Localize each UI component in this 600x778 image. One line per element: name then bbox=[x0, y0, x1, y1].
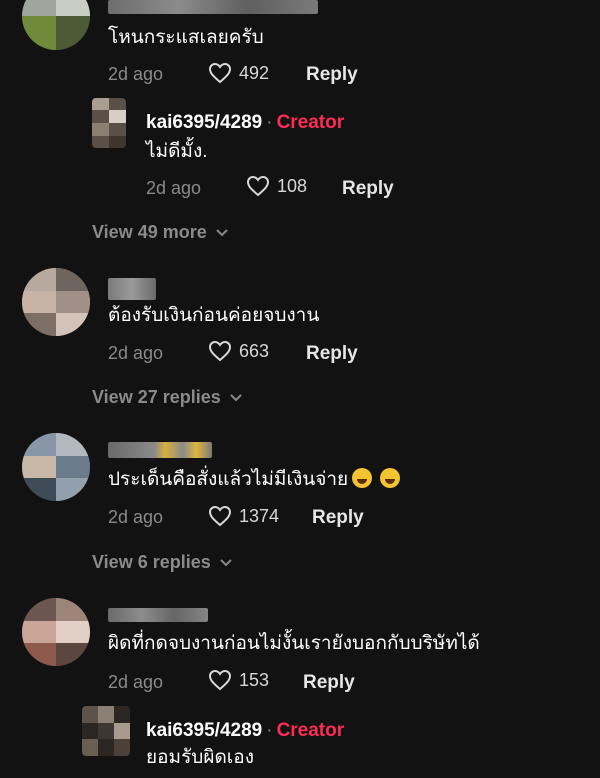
username-redacted bbox=[108, 0, 318, 14]
chevron-down-icon bbox=[216, 228, 228, 236]
tears-of-joy-emoji bbox=[380, 468, 401, 488]
username-redacted bbox=[108, 608, 208, 622]
like-button[interactable]: 663 bbox=[208, 340, 269, 362]
heart-icon bbox=[208, 340, 232, 362]
like-count: 663 bbox=[239, 340, 270, 361]
creator-badge: Creator bbox=[276, 720, 345, 741]
avatar[interactable] bbox=[22, 598, 90, 666]
like-button[interactable]: 1374 bbox=[208, 505, 279, 527]
creator-avatar[interactable] bbox=[82, 706, 130, 756]
reply-button[interactable]: Reply bbox=[342, 178, 394, 200]
view-more-label: View 6 replies bbox=[92, 552, 211, 572]
timestamp: 2d ago bbox=[108, 672, 164, 692]
heart-icon bbox=[208, 62, 232, 84]
like-button[interactable]: 492 bbox=[208, 62, 269, 84]
reply-author[interactable]: kai6395/4289 · Creator bbox=[146, 112, 344, 134]
comment-text: ผิดที่กดจบงานก่อนไม่งั้นเรายังบอกกับบริษ… bbox=[108, 633, 480, 654]
timestamp: 2d ago bbox=[108, 64, 164, 84]
heart-icon bbox=[208, 669, 232, 691]
like-count: 108 bbox=[277, 175, 308, 196]
timestamp: 2d ago bbox=[108, 343, 164, 363]
username-redacted bbox=[108, 278, 156, 300]
avatar[interactable] bbox=[22, 433, 90, 501]
avatar[interactable] bbox=[22, 0, 90, 50]
chevron-down-icon bbox=[230, 393, 242, 401]
username-redacted bbox=[108, 442, 212, 458]
view-more-replies[interactable]: View 6 replies bbox=[92, 552, 233, 573]
reply-text: ยอมรับผิดเอง bbox=[146, 747, 254, 768]
reply-button[interactable]: Reply bbox=[303, 672, 355, 694]
reply-button[interactable]: Reply bbox=[306, 64, 358, 86]
reply-author[interactable]: kai6395/4289 · Creator bbox=[146, 720, 344, 742]
chevron-down-icon bbox=[220, 558, 232, 566]
view-more-label: View 27 replies bbox=[92, 387, 221, 407]
view-more-label: View 49 more bbox=[92, 222, 207, 242]
creator-badge: Creator bbox=[276, 112, 345, 133]
comment-text-body: ประเด็นคือสั่งแล้วไม่มีเงินจ่าย bbox=[108, 469, 349, 490]
like-button[interactable]: 108 bbox=[246, 175, 307, 197]
reply-button[interactable]: Reply bbox=[312, 507, 364, 529]
tears-of-joy-emoji bbox=[352, 468, 373, 488]
reply-text: ไม่ดีมั้ง. bbox=[146, 141, 208, 162]
view-more-replies[interactable]: View 27 replies bbox=[92, 387, 243, 408]
view-more-replies[interactable]: View 49 more bbox=[92, 222, 229, 243]
like-count: 1374 bbox=[239, 505, 280, 526]
heart-icon bbox=[246, 175, 270, 197]
author-name: kai6395/4289 bbox=[146, 720, 263, 741]
author-name: kai6395/4289 bbox=[146, 112, 263, 133]
separator: · bbox=[266, 720, 273, 741]
reply-button[interactable]: Reply bbox=[306, 343, 358, 365]
timestamp: 2d ago bbox=[108, 507, 164, 527]
comment-text: ต้องรับเงินก่อนค่อยจบงาน bbox=[108, 305, 320, 326]
timestamp: 2d ago bbox=[146, 178, 202, 198]
like-button[interactable]: 153 bbox=[208, 669, 269, 691]
comment-text: ประเด็นคือสั่งแล้วไม่มีเงินจ่าย bbox=[108, 468, 401, 492]
heart-icon bbox=[208, 505, 232, 527]
avatar[interactable] bbox=[22, 268, 90, 336]
like-count: 492 bbox=[239, 62, 270, 83]
comment-text: โหนกระแสเลยครับ bbox=[108, 27, 264, 48]
creator-avatar[interactable] bbox=[92, 98, 126, 148]
like-count: 153 bbox=[239, 669, 270, 690]
separator: · bbox=[266, 112, 273, 133]
